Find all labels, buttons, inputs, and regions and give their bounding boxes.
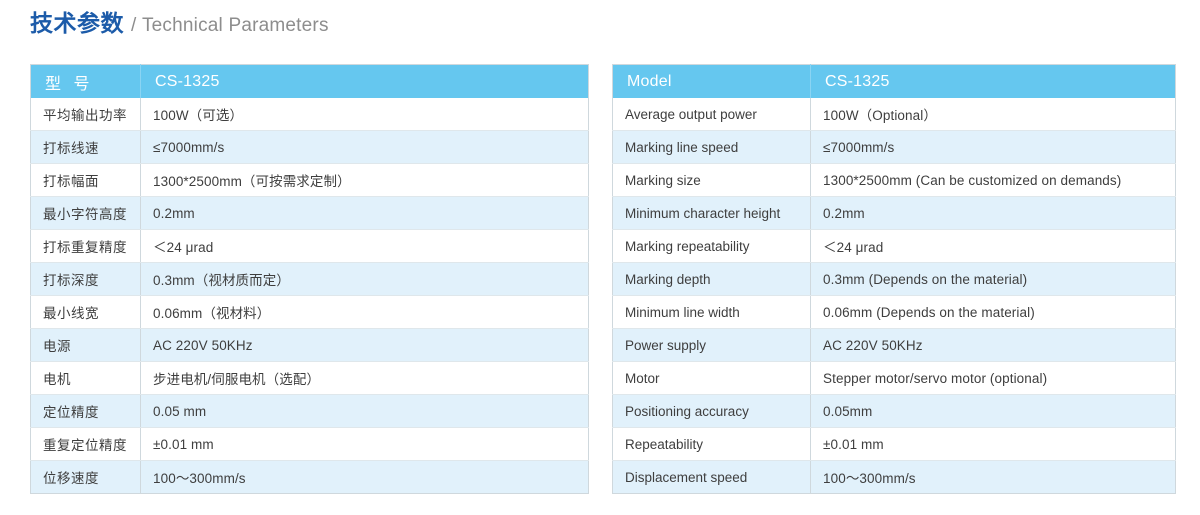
page-title-chinese: 技术参数	[30, 10, 124, 36]
cell-parameter-name: Marking repeatability	[612, 229, 811, 263]
specifications-table-chinese: 型 号 CS-1325 平均输出功率 100W（可选） 打标线速 ≤7000mm/s 打…	[30, 64, 589, 494]
table-row: Power supply AC 220V 50KHz	[612, 328, 1176, 362]
table-header-chinese: 型 号 CS-1325	[30, 64, 589, 98]
cell-parameter-name: 重复定位精度	[30, 427, 141, 461]
table-row: 最小字符高度 0.2mm	[30, 196, 589, 230]
table-row: Displacement speed 100～300mm/s	[612, 460, 1176, 494]
cell-parameter-name: Power supply	[612, 328, 811, 362]
column-header-parameter: Model	[612, 64, 811, 98]
table-row: 打标深度 0.3mm（视材质而定）	[30, 262, 589, 296]
cell-parameter-value: ＜24 μrad	[810, 229, 1176, 263]
cell-parameter-name: 平均输出功率	[30, 98, 141, 131]
cell-parameter-name: 打标重复精度	[30, 229, 141, 263]
table-row: 重复定位精度 ±0.01 mm	[30, 427, 589, 461]
cell-parameter-value: ±0.01 mm	[810, 427, 1176, 461]
table-row: Minimum character height 0.2mm	[612, 196, 1176, 230]
table-row: Minimum line width 0.06mm (Depends on the…	[612, 295, 1176, 329]
cell-parameter-name: 定位精度	[30, 394, 141, 428]
cell-parameter-name: 位移速度	[30, 460, 141, 494]
table-row: 打标重复精度 ＜24 μrad	[30, 229, 589, 263]
cell-parameter-value: 100W（可选）	[140, 98, 589, 131]
column-header-model: CS-1325	[140, 64, 589, 98]
cell-parameter-name: Marking line speed	[612, 130, 811, 164]
cell-parameter-value: 1300*2500mm (Can be customized on demand…	[810, 163, 1176, 197]
cell-parameter-name: Marking depth	[612, 262, 811, 296]
table-header-row: Model CS-1325	[612, 64, 1176, 98]
cell-parameter-value: 0.3mm (Depends on the material)	[810, 262, 1176, 296]
specifications-table-english: Model CS-1325 Average output power 100W（O…	[612, 64, 1176, 494]
cell-parameter-value: 1300*2500mm（可按需求定制）	[140, 163, 589, 197]
table-header-english: Model CS-1325	[612, 64, 1176, 98]
table-row: 打标线速 ≤7000mm/s	[30, 130, 589, 164]
cell-parameter-name: Displacement speed	[612, 460, 811, 494]
table-row: 最小线宽 0.06mm（视材料）	[30, 295, 589, 329]
cell-parameter-value: 100～300mm/s	[810, 460, 1176, 494]
cell-parameter-value: ≤7000mm/s	[810, 130, 1176, 164]
cell-parameter-value: AC 220V 50KHz	[140, 328, 589, 362]
table-row: Positioning accuracy 0.05mm	[612, 394, 1176, 428]
column-header-model: CS-1325	[810, 64, 1176, 98]
column-header-parameter: 型 号	[30, 64, 141, 98]
table-row: 平均输出功率 100W（可选）	[30, 98, 589, 131]
cell-parameter-value: 0.06mm (Depends on the material)	[810, 295, 1176, 329]
table-row: Marking line speed ≤7000mm/s	[612, 130, 1176, 164]
cell-parameter-name: 电机	[30, 361, 141, 395]
cell-parameter-name: Positioning accuracy	[612, 394, 811, 428]
table-row: 电机 步进电机/伺服电机（选配）	[30, 361, 589, 395]
page-title: 技术参数 / Technical Parameters	[30, 10, 329, 36]
cell-parameter-name: Marking size	[612, 163, 811, 197]
table-row: Marking repeatability ＜24 μrad	[612, 229, 1176, 263]
cell-parameter-value: Stepper motor/servo motor (optional)	[810, 361, 1176, 395]
table-header-row: 型 号 CS-1325	[30, 64, 589, 98]
cell-parameter-value: 100～300mm/s	[140, 460, 589, 494]
cell-parameter-name: Minimum line width	[612, 295, 811, 329]
cell-parameter-value: AC 220V 50KHz	[810, 328, 1176, 362]
cell-parameter-name: 电源	[30, 328, 141, 362]
table-row: Motor Stepper motor/servo motor (optional…	[612, 361, 1176, 395]
cell-parameter-value: 100W（Optional）	[810, 98, 1176, 131]
cell-parameter-name: Minimum character height	[612, 196, 811, 230]
table-body-english: Average output power 100W（Optional） Markin…	[612, 98, 1176, 494]
cell-parameter-value: 0.05 mm	[140, 394, 589, 428]
cell-parameter-value: 0.3mm（视材质而定）	[140, 262, 589, 296]
cell-parameter-name: 打标线速	[30, 130, 141, 164]
cell-parameter-name: Repeatability	[612, 427, 811, 461]
table-row: 定位精度 0.05 mm	[30, 394, 589, 428]
cell-parameter-value: ≤7000mm/s	[140, 130, 589, 164]
cell-parameter-name: 最小线宽	[30, 295, 141, 329]
table-row: Marking depth 0.3mm (Depends on the mater…	[612, 262, 1176, 296]
cell-parameter-value: 0.2mm	[810, 196, 1176, 230]
table-row: 位移速度 100～300mm/s	[30, 460, 589, 494]
table-row: 打标幅面 1300*2500mm（可按需求定制）	[30, 163, 589, 197]
cell-parameter-name: 打标幅面	[30, 163, 141, 197]
table-row: Marking size 1300*2500mm (Can be customiz…	[612, 163, 1176, 197]
cell-parameter-name: Motor	[612, 361, 811, 395]
page-title-english: / Technical Parameters	[131, 15, 329, 36]
table-row: 电源 AC 220V 50KHz	[30, 328, 589, 362]
cell-parameter-value: 0.06mm（视材料）	[140, 295, 589, 329]
cell-parameter-name: 最小字符高度	[30, 196, 141, 230]
cell-parameter-value: ±0.01 mm	[140, 427, 589, 461]
table-body-chinese: 平均输出功率 100W（可选） 打标线速 ≤7000mm/s 打标幅面 1300*2500…	[30, 98, 589, 494]
cell-parameter-name: 打标深度	[30, 262, 141, 296]
cell-parameter-name: Average output power	[612, 98, 811, 131]
table-row: Repeatability ±0.01 mm	[612, 427, 1176, 461]
cell-parameter-value: 步进电机/伺服电机（选配）	[140, 361, 589, 395]
cell-parameter-value: 0.2mm	[140, 196, 589, 230]
cell-parameter-value: ＜24 μrad	[140, 229, 589, 263]
table-row: Average output power 100W（Optional）	[612, 98, 1176, 131]
cell-parameter-value: 0.05mm	[810, 394, 1176, 428]
